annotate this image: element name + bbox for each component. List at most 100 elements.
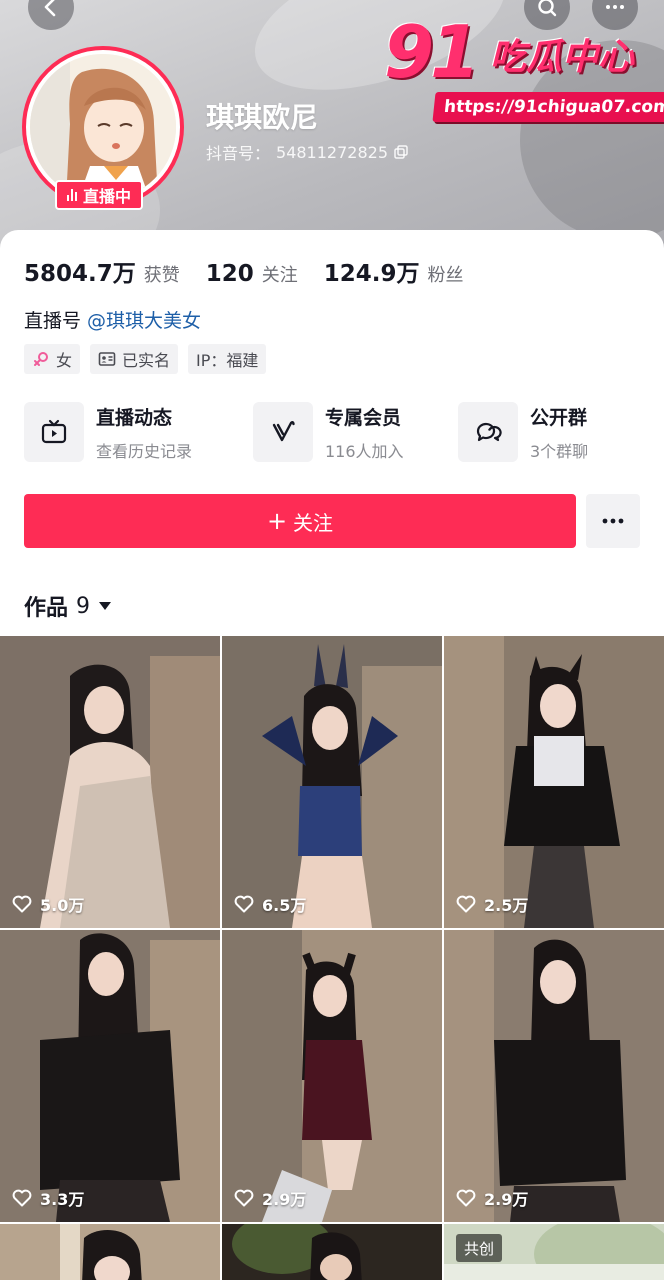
copy-icon <box>394 145 408 159</box>
stat-label: 粉丝 <box>427 265 464 286</box>
video-thumbnail[interactable]: 6.5万 <box>222 636 442 928</box>
anime-avatar-illustration <box>30 54 176 200</box>
feature-entries: 直播动态 查看历史记录 专属会员 116人加入 公开群 3个群聊 <box>24 402 644 466</box>
back-button[interactable] <box>28 0 74 30</box>
video-thumbnail[interactable]: 5.0万 <box>0 636 220 928</box>
feature-subtitle: 查看历史记录 <box>96 441 193 461</box>
follow-button-label: 关注 <box>293 510 334 535</box>
avatar-image <box>30 54 176 200</box>
live-bars-icon <box>67 189 77 201</box>
live-id-handle-link[interactable]: @琪琪大美女 <box>87 306 201 333</box>
stat-label: 获赞 <box>143 265 180 286</box>
caret-down-icon <box>99 602 112 610</box>
video-likes: 2.9万 <box>234 1186 306 1210</box>
feature-subtitle: 3个群聊 <box>530 441 589 461</box>
video-grid: 5.0万 6.5万 2.5万 3.3万 2.9万 2.9万 共创 <box>0 636 664 1280</box>
works-count: 9 <box>76 593 91 619</box>
works-tab[interactable]: 作品 9 <box>24 590 112 622</box>
membership-entry[interactable]: 专属会员 116人加入 <box>253 402 404 462</box>
gender-tag: 女 <box>24 344 81 374</box>
profile-info-card: 5804.7万 获赞 120 关注 124.9万 粉丝 直播号 @琪琪大美女 女… <box>0 230 664 1280</box>
stat-value: 124.9万 <box>323 261 420 287</box>
likes-count: 2.9万 <box>262 1190 307 1209</box>
profile-cover: 直播中 琪琪欧尼 抖音号： 54811272825 91 吃瓜中心 https:… <box>0 0 664 262</box>
video-thumbnail[interactable]: 2.5万 <box>444 636 664 928</box>
video-cover-image <box>222 930 442 1222</box>
tv-icon <box>41 419 67 444</box>
video-thumbnail[interactable] <box>222 1224 442 1280</box>
vip-icon-box <box>253 402 313 462</box>
profile-more-button[interactable] <box>586 494 640 548</box>
stat-value: 120 <box>205 261 254 287</box>
feature-title: 公开群 <box>530 406 588 429</box>
tv-icon-box <box>24 402 84 462</box>
watermark-logo-text: 吃瓜中心 <box>490 37 635 78</box>
feature-subtitle: 116人加入 <box>325 441 404 461</box>
heart-outline-icon <box>12 1189 32 1207</box>
works-tab-label: 作品 <box>24 596 69 621</box>
stat-value: 5804.7万 <box>24 261 136 287</box>
feature-text: 专属会员 116人加入 <box>325 403 404 462</box>
profile-nickname: 琪琪欧尼 <box>206 101 319 134</box>
feature-text: 直播动态 查看历史记录 <box>96 403 192 462</box>
copy-account-id-button[interactable] <box>394 145 408 159</box>
profile-stats: 5804.7万 获赞 120 关注 124.9万 粉丝 <box>24 254 464 288</box>
live-id-row: 直播号 @琪琪大美女 <box>24 306 201 333</box>
id-card-icon <box>98 352 116 366</box>
ip-location-label: IP：福建 <box>196 351 259 370</box>
stat-followers[interactable]: 124.9万 粉丝 <box>324 254 464 288</box>
live-status-badge[interactable]: 直播中 <box>55 180 144 210</box>
stat-following[interactable]: 120 关注 <box>206 261 298 287</box>
video-cover-image <box>444 930 664 1222</box>
female-icon <box>34 352 48 366</box>
video-cover-image <box>444 636 664 928</box>
video-thumbnail[interactable] <box>0 1224 220 1280</box>
video-cover-image <box>0 930 220 1222</box>
live-history-entry[interactable]: 直播动态 查看历史记录 <box>24 402 192 462</box>
watermark-url: https://91chigua07.com <box>432 92 664 122</box>
group-icon-box <box>458 402 518 462</box>
more-horizontal-icon <box>602 518 624 524</box>
watermark-logo-number: 91 <box>384 10 480 94</box>
video-likes: 2.9万 <box>456 1186 528 1210</box>
likes-count: 6.5万 <box>262 896 307 915</box>
verified-tag: 已实名 <box>90 344 179 374</box>
likes-count: 2.5万 <box>484 896 529 915</box>
video-likes: 6.5万 <box>234 892 306 916</box>
video-cover-image <box>0 1224 220 1280</box>
heart-outline-icon <box>456 1189 476 1207</box>
video-cover-image <box>222 636 442 928</box>
account-id-row: 抖音号： 54811272825 <box>206 140 408 164</box>
video-likes: 2.5万 <box>456 892 528 916</box>
video-cover-image <box>0 636 220 928</box>
chat-group-icon <box>476 422 502 442</box>
feature-title: 直播动态 <box>96 406 173 429</box>
heart-outline-icon <box>234 895 254 913</box>
video-thumbnail[interactable]: 3.3万 <box>0 930 220 1222</box>
verified-tag-label: 已实名 <box>122 351 171 370</box>
heart-outline-icon <box>234 1189 254 1207</box>
likes-count: 2.9万 <box>484 1190 529 1209</box>
account-id-label: 抖音号： <box>206 144 271 163</box>
vip-v-icon <box>272 421 295 442</box>
video-thumbnail[interactable]: 2.9万 <box>444 930 664 1222</box>
site-watermark: 91 吃瓜中心 https://91chigua07.com <box>384 10 664 128</box>
live-badge-label: 直播中 <box>83 187 132 206</box>
stat-label: 关注 <box>261 265 298 286</box>
likes-count: 3.3万 <box>40 1190 85 1209</box>
gender-tag-label: 女 <box>56 351 73 370</box>
video-thumbnail[interactable]: 共创 <box>444 1224 664 1280</box>
heart-outline-icon <box>12 895 32 913</box>
video-likes: 5.0万 <box>12 892 84 916</box>
plus-icon: + <box>266 507 288 535</box>
chevron-left-icon <box>44 0 56 17</box>
video-likes: 3.3万 <box>12 1186 84 1210</box>
follow-button[interactable]: + 关注 <box>24 494 576 548</box>
video-thumbnail[interactable]: 2.9万 <box>222 930 442 1222</box>
stat-likes[interactable]: 5804.7万 获赞 <box>24 254 180 288</box>
live-id-label: 直播号 <box>24 310 82 332</box>
likes-count: 5.0万 <box>40 896 85 915</box>
video-cover-image <box>222 1224 442 1280</box>
co-create-badge: 共创 <box>456 1234 503 1262</box>
public-group-entry[interactable]: 公开群 3个群聊 <box>458 402 588 462</box>
